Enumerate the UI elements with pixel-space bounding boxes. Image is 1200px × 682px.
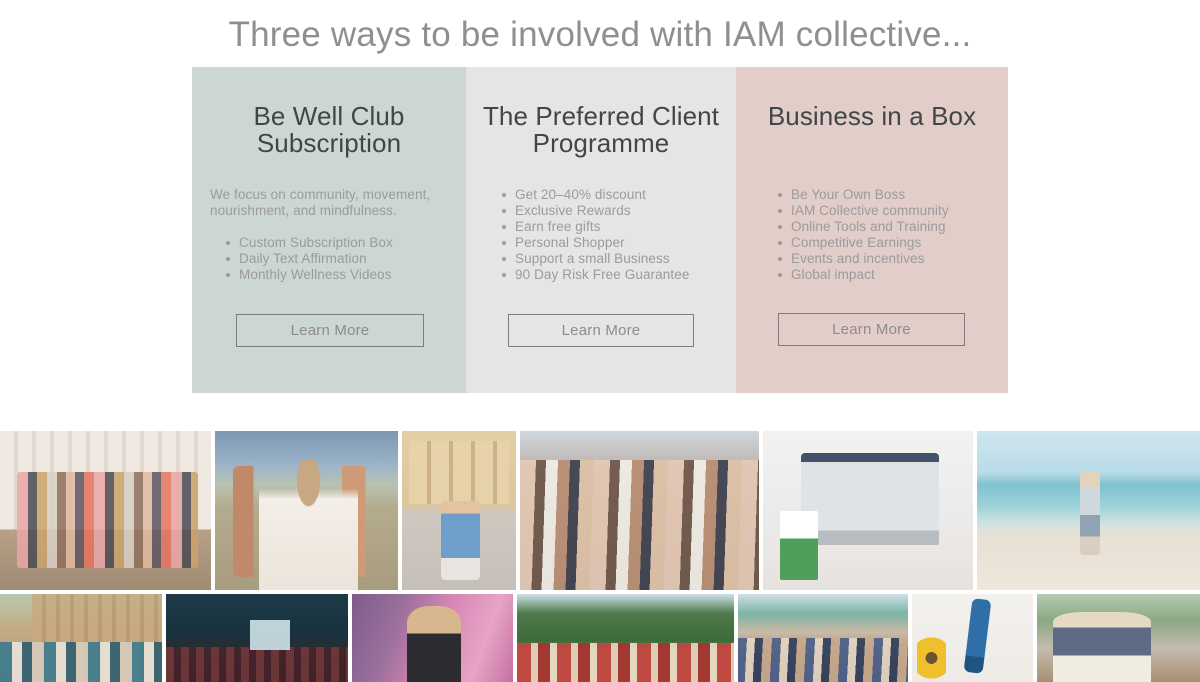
learn-more-button[interactable]: Learn More [508, 314, 694, 347]
learn-more-button[interactable]: Learn More [236, 314, 424, 347]
gallery-photo[interactable] [402, 431, 516, 590]
page-root: Three ways to be involved with IAM colle… [0, 0, 1200, 682]
list-item: Support a small Business [498, 251, 720, 267]
panel-be-well-club: Be Well Club Subscription We focus on co… [192, 67, 466, 393]
sunglasses-and-skincare-flatlay-image [912, 594, 1033, 682]
crowd-at-outdoor-party-image [520, 431, 759, 590]
list-item: Personal Shopper [498, 235, 720, 251]
woman-with-hat-and-children-in-field-image [215, 431, 398, 590]
panel-preferred-client: The Preferred Client Programme Get 20–40… [466, 67, 736, 393]
list-item: Events and incentives [774, 251, 996, 267]
list-item: Monthly Wellness Videos [222, 267, 450, 283]
list-item: 90 Day Risk Free Guarantee [498, 267, 720, 283]
panel-title: Be Well Club Subscription [253, 101, 405, 158]
panel-body: We focus on community, movement, nourish… [192, 187, 466, 283]
panel-feature-list: Get 20–40% discount Exclusive Rewards Ea… [498, 187, 720, 283]
group-of-women-on-steps-image [0, 431, 211, 590]
crowd-at-outdoor-market-image [738, 594, 908, 682]
panel-feature-list: Custom Subscription Box Daily Text Affir… [222, 235, 450, 283]
woman-with-bag-on-beach-image [977, 431, 1200, 590]
list-item: Global impact [774, 267, 996, 283]
list-item: Earn free gifts [498, 219, 720, 235]
gallery-photo[interactable] [166, 594, 348, 682]
gallery-photo[interactable] [0, 431, 211, 590]
panel-title: Business in a Box [767, 101, 977, 131]
list-item: Online Tools and Training [774, 219, 996, 235]
gallery-row-1 [0, 431, 1200, 590]
list-item: Custom Subscription Box [222, 235, 450, 251]
gallery-photo[interactable] [517, 594, 734, 682]
panel-business-in-a-box: Business in a Box Be Your Own Boss IAM C… [736, 67, 1008, 393]
gallery-photo[interactable] [763, 431, 973, 590]
page-title: Three ways to be involved with IAM colle… [228, 15, 972, 54]
learn-more-button[interactable]: Learn More [778, 313, 965, 346]
laptop-desk-with-product-box-image [763, 431, 973, 590]
group-outside-wooden-house-image [0, 594, 162, 682]
list-item: Daily Text Affirmation [222, 251, 450, 267]
group-of-women-in-red-by-forest-image [517, 594, 734, 682]
panel-feature-list: Be Your Own Boss IAM Collective communit… [774, 187, 996, 283]
gallery-photo[interactable] [977, 431, 1200, 590]
list-item: Exclusive Rewards [498, 203, 720, 219]
gallery-photo[interactable] [520, 431, 759, 590]
gallery-photo[interactable] [1037, 594, 1200, 682]
list-item: IAM Collective community [774, 203, 996, 219]
list-item: Be Your Own Boss [774, 187, 996, 203]
woman-in-front-of-pink-wall-image [352, 594, 513, 682]
fashion-show-stage-event-image [166, 594, 348, 682]
gallery-photo[interactable] [352, 594, 513, 682]
panel-body: Get 20–40% discount Exclusive Rewards Ea… [466, 187, 736, 283]
panel-title: The Preferred Client Programme [482, 101, 720, 158]
gallery-photo[interactable] [738, 594, 908, 682]
gallery-row-2 [0, 594, 1200, 682]
gallery-photo[interactable] [215, 431, 398, 590]
list-item: Get 20–40% discount [498, 187, 720, 203]
gallery-photo[interactable] [912, 594, 1033, 682]
panel-body: Be Your Own Boss IAM Collective communit… [736, 187, 1008, 283]
gallery-photo[interactable] [0, 594, 162, 682]
panel-intro: We focus on community, movement, nourish… [210, 187, 431, 218]
photo-gallery [0, 431, 1200, 682]
list-item: Competitive Earnings [774, 235, 996, 251]
offer-panels: Be Well Club Subscription We focus on co… [192, 67, 1008, 393]
woman-in-blue-dress-on-street-image [402, 431, 516, 590]
two-women-with-drinks-on-patio-image [1037, 594, 1200, 682]
